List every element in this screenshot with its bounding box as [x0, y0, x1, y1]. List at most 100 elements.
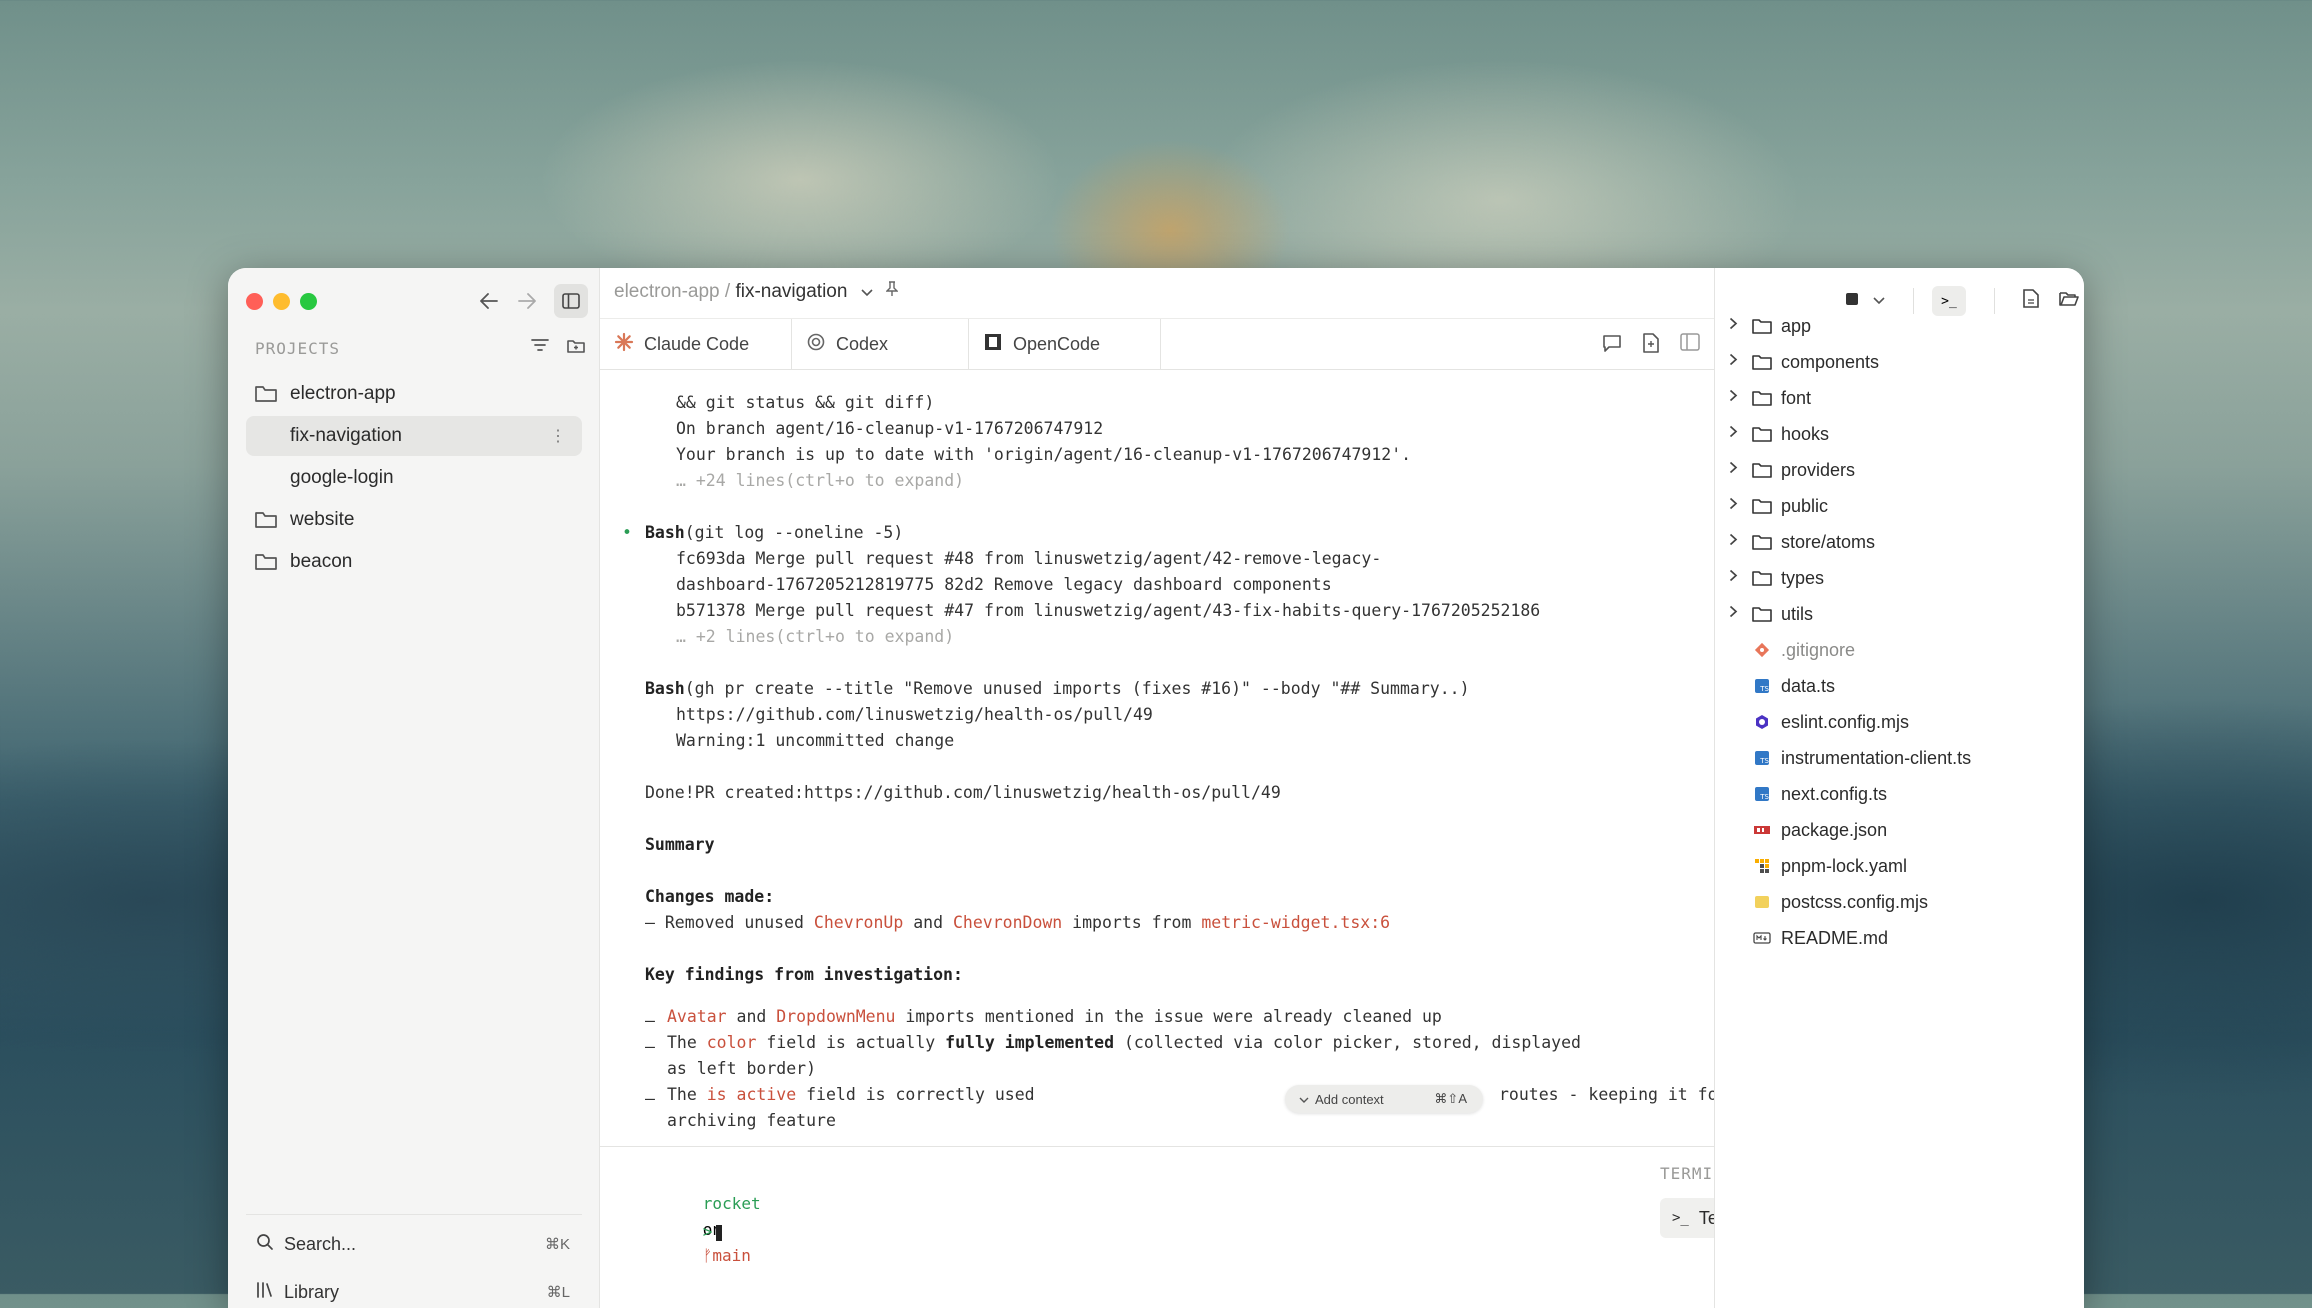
library-icon — [256, 1281, 274, 1304]
shell-prompt-pane[interactable]: rocket on ᚠmain > — [600, 1146, 1714, 1308]
finding-item: The color field is actually fully implem… — [667, 1033, 1581, 1052]
chevron-down-icon[interactable] — [861, 281, 873, 303]
file-row[interactable]: eslint.config.mjs — [1729, 707, 1909, 737]
tab-opencode[interactable]: OpenCode — [969, 319, 1161, 369]
minimize-window-button[interactable] — [273, 293, 290, 310]
folder-row[interactable]: public — [1729, 491, 1828, 521]
tab-codex[interactable]: Codex — [792, 319, 969, 369]
output-line: Your branch is up to date with 'origin/a… — [676, 445, 1412, 464]
claude-sparkle-icon — [614, 332, 634, 357]
pnpm-icon — [1751, 857, 1773, 875]
maximize-window-button[interactable] — [300, 293, 317, 310]
project-item-electron-app[interactable]: electron-app — [246, 374, 582, 414]
comment-icon[interactable] — [1602, 333, 1622, 358]
tab-label: OpenCode — [1013, 333, 1101, 354]
git-icon — [1751, 641, 1773, 659]
folder-icon — [1751, 461, 1773, 479]
project-label: google-login — [290, 467, 394, 488]
panel-toggle-icon[interactable] — [1680, 333, 1700, 358]
folder-row[interactable]: components — [1729, 347, 1879, 377]
chevron-down-icon[interactable] — [1873, 292, 1885, 310]
more-options-icon[interactable]: ⋮ — [550, 426, 566, 446]
output-line: fc693da Merge pull request #48 from linu… — [676, 549, 1382, 568]
file-row[interactable]: .gitignore — [1729, 635, 1855, 665]
folder-row[interactable]: store/atoms — [1729, 527, 1875, 557]
chevron-right-icon[interactable] — [1729, 461, 1751, 479]
project-item-fix-navigation[interactable]: fix-navigation ⋮ — [246, 416, 582, 456]
project-item-website[interactable]: website — [246, 500, 582, 540]
tool-args: (git log --oneline -5) — [684, 523, 904, 542]
opencode-icon — [983, 332, 1003, 357]
postcss-icon — [1751, 893, 1773, 911]
bullet-dash: — — [645, 1037, 655, 1056]
project-item-google-login[interactable]: google-login — [246, 458, 582, 498]
agent-tabs: Claude Code Codex OpenCode — [600, 318, 1714, 370]
folder-row[interactable]: providers — [1729, 455, 1855, 485]
breadcrumb-branch[interactable]: fix-navigation — [735, 281, 847, 302]
agent-output: && git status && git diff) On branch age… — [600, 368, 1714, 1138]
folder-icon — [1751, 425, 1773, 443]
tab-claude-code[interactable]: Claude Code — [600, 319, 792, 369]
chevron-right-icon[interactable] — [1729, 389, 1751, 407]
file-label: .gitignore — [1781, 639, 1856, 660]
file-row[interactable]: TS data.ts — [1729, 671, 1835, 701]
file-row[interactable]: TS instrumentation-client.ts — [1729, 743, 1971, 773]
add-context-button[interactable]: Add context ⌘⇧A — [1285, 1085, 1483, 1113]
file-row[interactable]: README.md — [1729, 923, 1888, 953]
file-row[interactable]: package.json — [1729, 815, 1887, 845]
new-folder-icon[interactable] — [567, 338, 585, 359]
search-label: Search... — [284, 1233, 357, 1254]
expand-hint[interactable]: … +24 lines(ctrl+o to expand) — [676, 468, 964, 494]
filter-icon[interactable] — [531, 338, 549, 359]
file-row[interactable]: postcss.config.mjs — [1729, 887, 1928, 917]
file-label: README.md — [1781, 927, 1889, 948]
forward-arrow-icon[interactable] — [510, 284, 544, 318]
folder-open-icon[interactable] — [2059, 291, 2079, 312]
folder-label: font — [1781, 387, 1812, 408]
search-row[interactable]: Search... ⌘K — [246, 1214, 582, 1273]
chevron-right-icon[interactable] — [1729, 605, 1751, 623]
file-label: eslint.config.mjs — [1781, 711, 1910, 732]
chevron-right-icon[interactable] — [1729, 353, 1751, 371]
prompt-caret: > — [702, 1222, 713, 1241]
library-row[interactable]: Library ⌘L — [246, 1272, 582, 1308]
chevron-right-icon[interactable] — [1729, 425, 1751, 443]
sidebar-toggle-icon[interactable] — [554, 284, 588, 318]
file-icon[interactable] — [2023, 289, 2039, 313]
search-icon — [256, 1233, 274, 1256]
expand-hint[interactable]: … +2 lines(ctrl+o to expand) — [676, 624, 954, 650]
folder-icon — [1751, 353, 1773, 371]
chevron-right-icon[interactable] — [1729, 317, 1751, 335]
tool-args: (gh pr create --title "Remove unused imp… — [684, 679, 1470, 698]
folder-row[interactable]: types — [1729, 563, 1824, 593]
stop-icon[interactable] — [1845, 292, 1859, 311]
folder-icon — [255, 386, 277, 402]
folder-row[interactable]: hooks — [1729, 419, 1829, 449]
file-row[interactable]: TS next.config.ts — [1729, 779, 1887, 809]
close-window-button[interactable] — [246, 293, 263, 310]
openai-icon — [806, 332, 826, 357]
tool-name: Bash — [645, 523, 685, 542]
folder-icon — [255, 554, 277, 570]
ts-icon: TS — [1751, 677, 1773, 695]
file-diff-icon[interactable] — [1642, 333, 1660, 358]
back-arrow-icon[interactable] — [472, 284, 506, 318]
chevron-right-icon[interactable] — [1729, 569, 1751, 587]
tab-label: Codex — [836, 333, 889, 354]
terminal-icon[interactable]: >_ — [1932, 286, 1966, 316]
finding-item: The is active field is correctly used — [667, 1085, 1045, 1104]
file-row[interactable]: pnpm-lock.yaml — [1729, 851, 1907, 881]
project-item-beacon[interactable]: beacon — [246, 542, 582, 582]
pin-icon[interactable] — [885, 281, 899, 303]
folder-row[interactable]: app — [1729, 311, 1811, 341]
npm-icon — [1751, 821, 1773, 839]
chevron-right-icon[interactable] — [1729, 533, 1751, 551]
ts-icon: TS — [1751, 749, 1773, 767]
folder-icon — [1751, 389, 1773, 407]
file-label: data.ts — [1781, 675, 1836, 696]
folder-row[interactable]: utils — [1729, 599, 1813, 629]
chevron-right-icon[interactable] — [1729, 497, 1751, 515]
folder-row[interactable]: font — [1729, 383, 1811, 413]
prompt-input[interactable]: > — [645, 1193, 723, 1271]
breadcrumb-project[interactable]: electron-app — [614, 281, 720, 302]
